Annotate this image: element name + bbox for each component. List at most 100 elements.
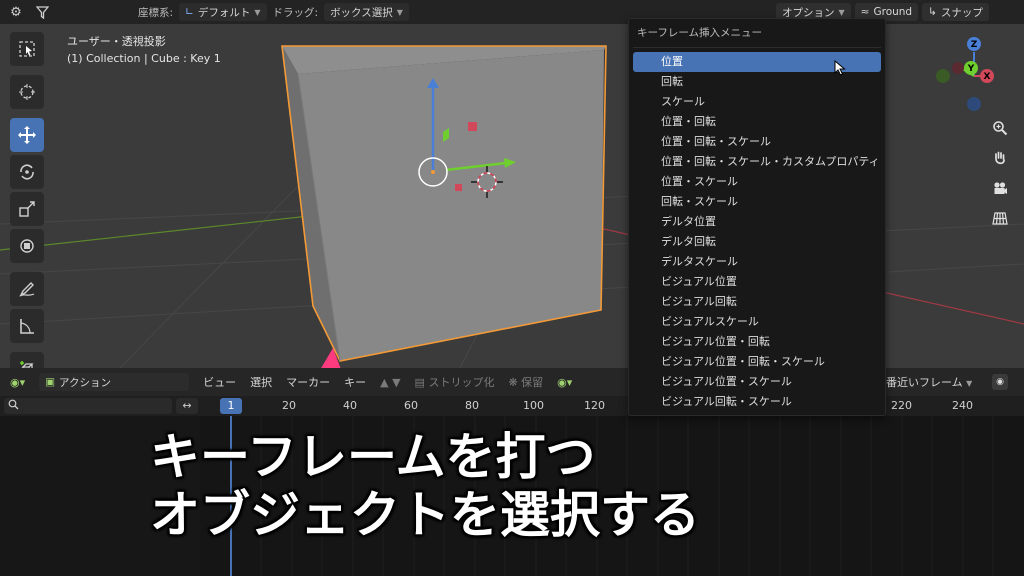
annotate-tool[interactable]	[10, 272, 44, 306]
neg-z-axis-ball[interactable]	[967, 97, 981, 111]
mode-dropdown[interactable]: ▣ アクション	[39, 373, 190, 391]
add-cube-icon	[20, 361, 34, 368]
mode-label: アクション	[59, 376, 112, 389]
frame-tick: 120	[584, 399, 605, 412]
gizmo-xz-plane[interactable]	[468, 122, 477, 131]
menu-separator	[633, 47, 881, 48]
x-axis-label: X	[984, 72, 991, 82]
chevron-down-icon: ▼	[966, 379, 973, 388]
menu-item-delta-rotation[interactable]: デルタ回転	[633, 232, 881, 252]
menu-item-visual-loc-scale[interactable]: ビジュアル位置・スケール	[633, 372, 881, 392]
gear-icon[interactable]: ⚙	[6, 2, 26, 22]
scale-tool[interactable]	[10, 192, 44, 226]
subtitle-caption: キーフレームを打つ オブジェクトを選択する	[149, 427, 850, 545]
menu-item-visual-rotation[interactable]: ビジュアル回転	[633, 292, 881, 312]
magnet-icon: ↳	[928, 6, 937, 18]
snap-label: スナップ	[940, 6, 983, 19]
chevron-down-icon: ▼	[396, 7, 403, 17]
y-axis-label: Y	[967, 64, 975, 74]
push-down-icon: ▤	[414, 376, 425, 389]
move-icon	[18, 126, 36, 144]
menu-item-location-scale[interactable]: 位置・スケール	[633, 172, 881, 192]
menu-item-location-rotation[interactable]: 位置・回転	[633, 112, 881, 132]
marker-menu[interactable]: マーカー	[286, 374, 330, 390]
frame-tick: 60	[404, 399, 418, 412]
drag-label: ドラッグ:	[272, 6, 319, 19]
menu-item-rotation-scale[interactable]: 回転・スケール	[633, 192, 881, 212]
strip-label: ストリップ化	[428, 376, 495, 389]
select-box-icon	[19, 41, 35, 57]
keep-label: 保留	[521, 376, 544, 389]
action-nav-icons[interactable]: ▲ ▼	[380, 376, 400, 389]
select-box-tool[interactable]	[10, 32, 44, 66]
coord-system-value: デフォルト	[197, 6, 251, 19]
caption-line-2: オブジェクトを選択する	[149, 485, 701, 545]
coord-system-label: 座標系:	[138, 6, 174, 19]
frame-tick: 240	[952, 399, 973, 412]
grid-view-icon[interactable]	[988, 206, 1012, 230]
rotate-tool[interactable]	[10, 155, 44, 189]
search-icon	[8, 399, 19, 410]
menu-item-visual-rot-scale[interactable]: ビジュアル回転・スケール	[633, 392, 881, 412]
camera-icon[interactable]	[988, 176, 1012, 200]
rotate-icon	[20, 164, 34, 180]
menu-item-scale[interactable]: スケール	[633, 92, 881, 112]
menu-item-delta-scale[interactable]: デルタスケール	[633, 252, 881, 272]
move-tool[interactable]	[10, 118, 44, 152]
filter-icon[interactable]	[32, 2, 52, 22]
proportional-edit-icon[interactable]: ◉	[992, 374, 1008, 390]
action-mode-icon: ▣	[45, 376, 56, 388]
stash-button[interactable]: ❋ 保留	[508, 374, 543, 390]
menu-item-visual-loc-rot-scale[interactable]: ビジュアル位置・回転・スケール	[633, 352, 881, 372]
menu-item-visual-scale[interactable]: ビジュアルスケール	[633, 312, 881, 332]
stash-icon: ❋	[508, 376, 518, 389]
cube-front-face	[298, 50, 604, 361]
zoom-icon[interactable]	[988, 116, 1012, 140]
pencil-icon	[19, 282, 35, 297]
menu-item-visual-location[interactable]: ビジュアル位置	[633, 272, 881, 292]
menu-item-loc-rot-scale-custom[interactable]: 位置・回転・スケール・カスタムプロパティ	[633, 152, 881, 172]
nearest-frame-label: 番近いフレーム	[886, 376, 963, 389]
object-info: (1) Collection | Cube : Key 1	[67, 52, 221, 65]
measure-tool[interactable]	[10, 309, 44, 343]
key-filter-icon[interactable]: ◉▾	[557, 376, 572, 389]
coord-system-dropdown[interactable]: ∟ デフォルト ▼	[179, 3, 267, 21]
snap-grid-icon: ≈	[860, 6, 870, 18]
channel-search-input[interactable]	[4, 398, 172, 414]
caption-line-1: キーフレームを打つ	[149, 427, 597, 487]
frame-tick: 100	[523, 399, 544, 412]
menu-item-loc-rot-scale[interactable]: 位置・回転・スケール	[633, 132, 881, 152]
menu-item-visual-loc-rot[interactable]: ビジュアル位置・回転	[633, 332, 881, 352]
add-cube-tool[interactable]	[10, 352, 44, 368]
frame-tick: 220	[891, 399, 912, 412]
menu-item-delta-location[interactable]: デルタ位置	[633, 212, 881, 232]
hand-pan-icon[interactable]	[988, 146, 1012, 170]
current-frame-indicator[interactable]: 1	[220, 398, 242, 414]
tool-shelf	[8, 32, 46, 368]
key-menu[interactable]: キー	[344, 374, 366, 390]
scale-icon	[19, 201, 35, 217]
view-name: ユーザー・透視投影	[67, 35, 166, 48]
snap-mode-dropdown[interactable]: 番近いフレーム ▼	[886, 374, 972, 390]
select-menu[interactable]: 選択	[250, 374, 272, 390]
view-menu[interactable]: ビュー	[203, 374, 236, 390]
ground-label: Ground	[873, 6, 913, 18]
ruler-icon	[20, 319, 34, 334]
snap-toggle[interactable]: ↳ スナップ	[922, 3, 989, 21]
menu-title: キーフレーム挿入メニュー	[637, 27, 763, 39]
transform-axes-icon: ∟	[185, 6, 194, 18]
z-axis-label: Z	[971, 40, 978, 50]
drag-value: ボックス選択	[330, 6, 393, 19]
insert-keyframe-menu: キーフレーム挿入メニュー 位置 回転 スケール 位置・回転 位置・回転・スケール…	[628, 18, 886, 416]
cursor-tool[interactable]	[10, 75, 44, 109]
strip-button[interactable]: ▤ ストリップ化	[415, 374, 495, 390]
frame-tick: 40	[343, 399, 357, 412]
neg-y-axis-ball[interactable]	[936, 69, 950, 83]
editor-type-icon[interactable]: ◉▾	[10, 376, 25, 389]
gizmo-x-handle[interactable]	[455, 184, 462, 191]
drag-dropdown[interactable]: ボックス選択 ▼	[324, 3, 409, 21]
neg-x-axis-ball[interactable]	[952, 62, 964, 74]
mouse-pointer-icon	[834, 60, 846, 76]
transform-tool[interactable]	[10, 229, 44, 263]
swap-arrows-icon[interactable]: ↔	[176, 398, 198, 414]
